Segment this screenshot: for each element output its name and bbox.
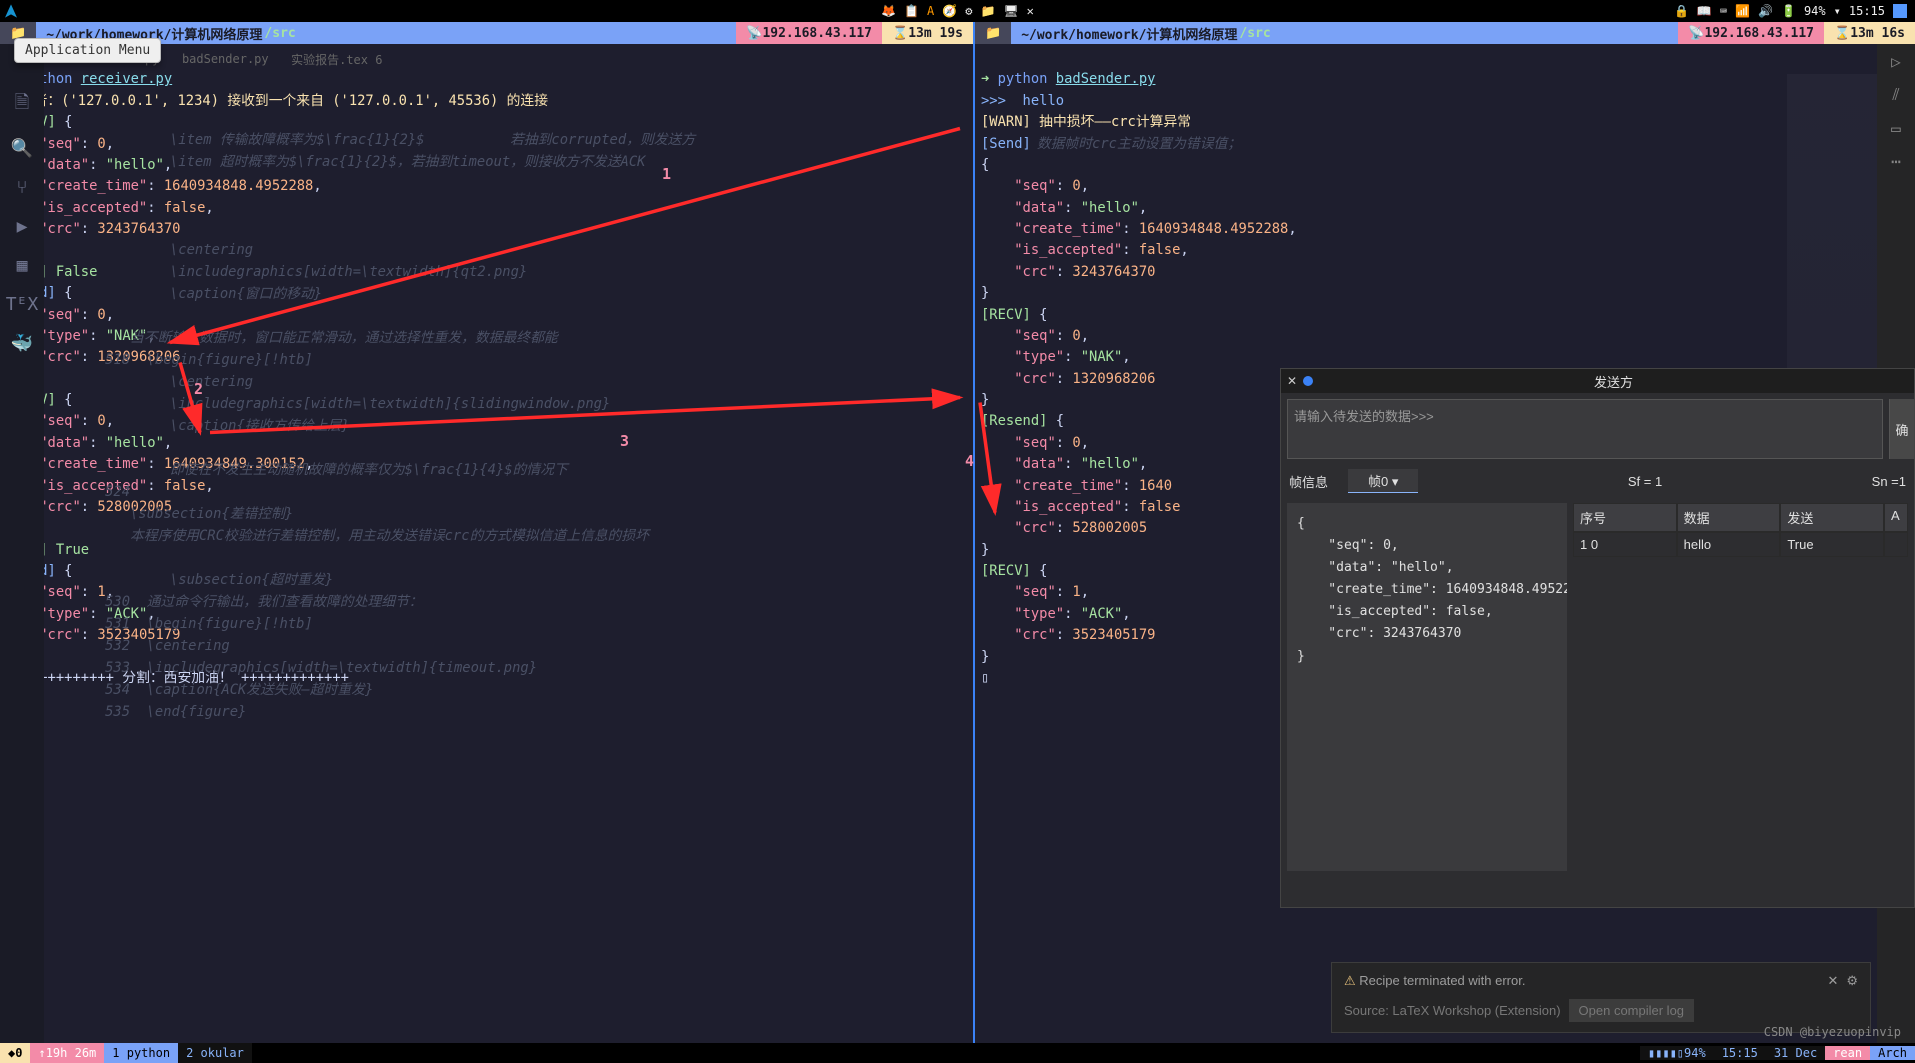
window-dot-icon[interactable] bbox=[1303, 376, 1313, 386]
annotation-4: 4 bbox=[965, 452, 974, 470]
sb-window-1[interactable]: 1 python bbox=[104, 1043, 178, 1063]
sb-battery: ▮▮▮▮▯ 94% bbox=[1640, 1046, 1714, 1060]
col-sent[interactable]: 发送 bbox=[1780, 503, 1884, 532]
battery-icon[interactable]: 🔋 bbox=[1781, 4, 1796, 18]
open-compiler-log-button[interactable]: Open compiler log bbox=[1569, 999, 1695, 1022]
tray-monitor-icon[interactable]: 🖥 bbox=[1003, 4, 1018, 18]
terminal-pane-right[interactable]: 📁 ~/work/homework/计算机网络原理/src 📡 192.168.… bbox=[975, 22, 1915, 1043]
annotation-3: 3 bbox=[620, 432, 629, 450]
tab-badsender[interactable]: badSender.py bbox=[182, 52, 269, 66]
terminal-pane-left[interactable]: 📁 ~/work/homework/计算机网络原理/src 📡 192.168.… bbox=[0, 22, 975, 1043]
file-badsender-py: badSender.py bbox=[1056, 71, 1156, 87]
tray-close-icon[interactable]: ✕ bbox=[1027, 4, 1034, 18]
vscode-activity-bar: 🗎 🔍 ⑂ ▶ ▦ TᴱX 🐳 bbox=[0, 44, 44, 1043]
sender-gui-window[interactable]: ✕ 发送方 请输入待发送的数据>>> 确 帧信息 帧0 ▾ Sf = 1 Sn … bbox=[1280, 368, 1915, 908]
keyboard-icon[interactable]: ⌨ bbox=[1720, 4, 1727, 18]
error-notification[interactable]: ⚠ Recipe terminated with error. ⚙ ✕ Sour… bbox=[1331, 962, 1871, 1033]
frame-info-label: 帧信息 bbox=[1289, 472, 1328, 491]
annotation-1: 1 bbox=[662, 165, 671, 183]
sb-window-2[interactable]: 2 okular bbox=[178, 1043, 252, 1063]
files-icon[interactable]: 🗎 bbox=[15, 90, 29, 120]
notif-close-icon[interactable]: ✕ bbox=[1827, 973, 1838, 989]
table-row[interactable]: 1 0 hello True bbox=[1573, 532, 1908, 557]
sb-user: rean bbox=[1825, 1046, 1870, 1060]
tab-report-tex[interactable]: 实验报告.tex 6 bbox=[291, 51, 382, 68]
annotation-2: 2 bbox=[194, 380, 203, 398]
battery-pct: 94% bbox=[1804, 4, 1826, 18]
col-ack[interactable]: A bbox=[1884, 503, 1908, 532]
tmux-statusbar: ◆ 0 ↑ 19h 26m 1 python 2 okular ▮▮▮▮▯ 94… bbox=[0, 1043, 1915, 1063]
notif-text: Recipe terminated with error. bbox=[1359, 973, 1525, 988]
debug-icon[interactable]: ▶ bbox=[17, 216, 28, 237]
gear-icon[interactable]: ⚙ bbox=[1846, 973, 1858, 989]
frame-table: 序号 数据 发送 A 1 0 hello True bbox=[1573, 503, 1908, 871]
git-icon[interactable]: ⑂ bbox=[17, 177, 28, 198]
tmux-status-right: 📁 ~/work/homework/计算机网络原理/src 📡 192.168.… bbox=[975, 22, 1915, 44]
terminal-output-left: ➜ python receiver.py 接收者：('127.0.0.1', 1… bbox=[0, 44, 973, 1043]
frame-detail-json: { "seq": 0, "data": "hello", "create_tim… bbox=[1287, 503, 1567, 871]
sb-session[interactable]: ◆ 0 bbox=[0, 1043, 30, 1063]
panel-toggle-icon[interactable] bbox=[1893, 4, 1907, 18]
search-icon[interactable]: 🔍 bbox=[11, 138, 33, 159]
watermark: CSDN @biyezuopinvip bbox=[1764, 1025, 1901, 1039]
tray-cog-icon[interactable]: ⚙ bbox=[965, 4, 972, 18]
warning-icon: ⚠ bbox=[1344, 973, 1359, 988]
send-input[interactable]: 请输入待发送的数据>>> bbox=[1287, 399, 1883, 459]
frame-dropdown[interactable]: 帧0 ▾ bbox=[1348, 469, 1418, 493]
lock-icon[interactable]: 🔒 bbox=[1674, 4, 1689, 18]
network-icon[interactable]: 📶 bbox=[1735, 4, 1750, 18]
application-menu-button[interactable]: Application Menu bbox=[14, 38, 161, 63]
col-seq[interactable]: 序号 bbox=[1573, 503, 1677, 532]
sn-label: Sn =1 bbox=[1872, 474, 1906, 489]
tray-compass-icon[interactable]: 🧭 bbox=[942, 4, 957, 18]
docker-icon[interactable]: 🐳 bbox=[11, 333, 33, 354]
window-title: 发送方 bbox=[1319, 372, 1908, 391]
system-menubar: 🦊 📋 A 🧭 ⚙ 📁 🖥 ✕ 🔒 📖 ⌨ 📶 🔊 🔋 94% ▾ 15:15 bbox=[0, 0, 1915, 22]
send-ok-button[interactable]: 确 bbox=[1889, 399, 1914, 459]
sb-host: Arch bbox=[1870, 1046, 1915, 1060]
arch-logo[interactable] bbox=[0, 0, 22, 22]
tray-notes-icon[interactable]: 📋 bbox=[904, 4, 919, 18]
sf-label: Sf = 1 bbox=[1438, 474, 1851, 489]
notif-source: Source: LaTeX Workshop (Extension) bbox=[1344, 1003, 1561, 1018]
clock: 15:15 bbox=[1849, 4, 1885, 18]
book-icon[interactable]: 📖 bbox=[1697, 4, 1712, 18]
tex-icon[interactable]: TᴱX bbox=[6, 294, 39, 315]
tray-files-icon[interactable]: 📁 bbox=[980, 4, 995, 18]
tray-app-icon[interactable]: A bbox=[927, 4, 934, 18]
tray-firefox-icon[interactable]: 🦊 bbox=[881, 4, 896, 18]
ext-icon[interactable]: ▦ bbox=[17, 255, 28, 276]
sb-time: 15:15 bbox=[1714, 1046, 1766, 1060]
volume-icon[interactable]: 🔊 bbox=[1758, 4, 1773, 18]
sb-date: 31 Dec bbox=[1766, 1046, 1825, 1060]
col-data[interactable]: 数据 bbox=[1677, 503, 1781, 532]
dropdown-icon[interactable]: ▾ bbox=[1834, 4, 1841, 18]
sb-uptime: ↑ 19h 26m bbox=[30, 1043, 104, 1063]
window-close-icon[interactable]: ✕ bbox=[1287, 374, 1297, 388]
